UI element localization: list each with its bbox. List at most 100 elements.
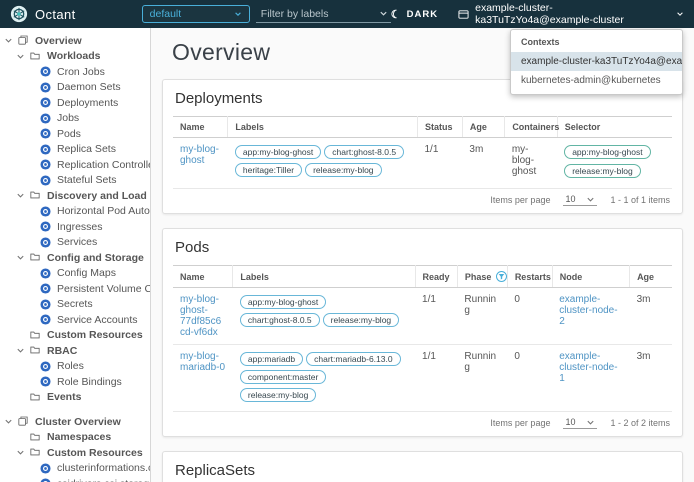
sidebar-item-daemon-sets[interactable]: Daemon Sets <box>0 80 150 96</box>
name-link[interactable]: my-blog-mariadb-0 <box>180 351 225 373</box>
sidebar-item-discovery-and-load-balancing[interactable]: Discovery and Load Balancing <box>0 188 150 204</box>
chevron-down-icon[interactable] <box>16 346 25 355</box>
sidebar-item-deployments[interactable]: Deployments <box>0 95 150 111</box>
context-option[interactable]: kubernetes-admin@kubernetes <box>511 71 682 90</box>
column-header-label: Containers <box>512 122 560 132</box>
chevron-down-icon[interactable] <box>16 448 25 457</box>
sidebar-tree: Overview Workloads Cron Jobs Daemon Sets Dep… <box>0 28 151 482</box>
label-chip[interactable]: chart:mariadb-6.13.0 <box>306 352 401 366</box>
theme-toggle[interactable]: ☾ DARK <box>391 8 438 21</box>
label-chip[interactable]: app:my-blog-ghost <box>234 145 322 159</box>
column-header-label: Ready <box>422 271 450 282</box>
column-header-label: Node <box>559 271 583 282</box>
sidebar-item-roles[interactable]: Roles <box>0 359 150 375</box>
cluster-icon <box>458 9 469 20</box>
sidebar-item-custom-resources[interactable]: Custom Resources <box>0 445 150 461</box>
column-header-name: Name <box>173 116 229 138</box>
sidebar-item-replication-controllers[interactable]: Replication Controllers <box>0 157 150 173</box>
cell-node: example-cluster-node-1 <box>552 344 630 412</box>
sidebar-item-persistent-volume-claims[interactable]: Persistent Volume Claims <box>0 281 150 297</box>
sidebar-item-csidrivers-csi-storage-k8s-io[interactable]: csidrivers.csi.storage.k8s.io <box>0 476 150 482</box>
sidebar-item-services[interactable]: Services <box>0 235 150 251</box>
label-chip[interactable]: component:master <box>239 370 327 384</box>
sidebar-item-label: Overview <box>35 34 82 47</box>
sidebar-item-label: Namespaces <box>47 431 112 444</box>
chevron-down-icon[interactable] <box>4 36 13 45</box>
chevron-down-icon <box>16 393 25 402</box>
sidebar-item-overview[interactable]: Overview <box>0 33 150 49</box>
node-link[interactable]: example-cluster-node-2 <box>559 294 617 327</box>
resource-icon <box>40 463 51 474</box>
sidebar-item-replica-sets[interactable]: Replica Sets <box>0 142 150 158</box>
contexts-dropdown: Contexts example-cluster-ka3TuTzYo4a@exa… <box>510 29 683 95</box>
label-chip[interactable]: release:my-blog <box>305 163 382 177</box>
cell-selector: app:my-blog-ghost release:my-blog <box>557 137 672 189</box>
column-header-ready: Ready <box>415 265 458 288</box>
column-header-status: Status <box>417 116 463 138</box>
sidebar-item-rbac[interactable]: RBAC <box>0 343 150 359</box>
items-per-page-label: Items per page <box>490 418 551 428</box>
sidebar-item-label: clusterinformations.crd.projec <box>57 462 150 475</box>
sidebar-item-events[interactable]: Events <box>0 390 150 406</box>
sidebar-item-label: Service Accounts <box>57 313 138 326</box>
sidebar-item-role-bindings[interactable]: Role Bindings <box>0 374 150 390</box>
label-filter-input[interactable] <box>258 6 379 21</box>
sidebar-item-config-and-storage[interactable]: Config and Storage <box>0 250 150 266</box>
chevron-down-icon[interactable] <box>16 253 25 262</box>
sidebar-item-pods[interactable]: Pods <box>0 126 150 142</box>
label-chip[interactable]: app:my-blog-ghost <box>239 295 327 309</box>
sidebar-item-clusterinformations-crd-projec[interactable]: clusterinformations.crd.projec <box>0 461 150 477</box>
chevron-down-icon <box>676 10 684 18</box>
label-chip[interactable]: chart:ghost-8.0.5 <box>324 145 405 159</box>
name-link[interactable]: my-blog-ghost <box>180 144 219 166</box>
namespace-dropdown[interactable]: default <box>141 5 250 23</box>
cell-restarts: 0 <box>507 344 553 412</box>
chevron-down-icon <box>234 10 242 18</box>
cell-labels: app:my-blog-ghost chart:ghost-8.0.5 herita… <box>227 137 418 189</box>
sidebar-item-custom-resources[interactable]: Custom Resources <box>0 328 150 344</box>
context-option[interactable]: example-cluster-ka3TuTzYo4a@example-clu.… <box>511 52 682 71</box>
pagination: Items per page 10 1 - 1 of 1 items <box>173 189 672 213</box>
folder-icon <box>30 51 41 62</box>
sidebar-item-label: Deployments <box>57 96 119 109</box>
label-chip[interactable]: app:my-blog-ghost <box>564 145 651 159</box>
cell-containers: my-blog-ghost <box>504 137 558 189</box>
sidebar-item-workloads[interactable]: Workloads <box>0 49 150 65</box>
table-row: my-blog-mariadb-0 app:mariadb chart:mariad… <box>173 344 672 412</box>
filter-icon[interactable] <box>496 271 508 282</box>
label-chip[interactable]: release:my-blog <box>239 388 317 402</box>
label-chip[interactable]: chart:ghost-8.0.5 <box>239 313 320 327</box>
chevron-down-icon[interactable] <box>4 417 13 426</box>
sidebar-item-secrets[interactable]: Secrets <box>0 297 150 313</box>
chevron-down-icon[interactable] <box>379 9 388 18</box>
sidebar-item-cron-jobs[interactable]: Cron Jobs <box>0 64 150 80</box>
chevron-down-icon[interactable] <box>16 52 25 61</box>
sidebar-item-namespaces[interactable]: Namespaces <box>0 430 150 446</box>
sidebar-item-label: Discovery and Load Balancing <box>47 189 150 202</box>
sidebar-item-ingresses[interactable]: Ingresses <box>0 219 150 235</box>
label-chip[interactable]: heritage:Tiller <box>234 163 303 177</box>
chevron-down-icon[interactable] <box>16 191 25 200</box>
resource-icon <box>40 314 51 325</box>
sidebar-item-label: Workloads <box>47 50 101 63</box>
sidebar-item-label: Jobs <box>57 112 80 125</box>
sidebar-item-cluster-overview[interactable]: Cluster Overview <box>0 414 150 430</box>
label-chip[interactable]: app:mariadb <box>239 352 304 366</box>
name-link[interactable]: my-blog-ghost-77df85c6cd-vf6dx <box>180 294 221 338</box>
label-chip[interactable]: release:my-blog <box>322 313 400 327</box>
context-selector[interactable]: example-cluster-ka3TuTzYo4a@example-clus… <box>458 2 684 26</box>
sidebar-item-stateful-sets[interactable]: Stateful Sets <box>0 173 150 189</box>
sidebar-item-config-maps[interactable]: Config Maps <box>0 266 150 282</box>
label-chip[interactable]: release:my-blog <box>564 164 641 178</box>
page-size-select[interactable]: 10 <box>563 194 598 206</box>
sidebar-item-horizontal-pod-autoscalers[interactable]: Horizontal Pod Autoscalers <box>0 204 150 220</box>
sidebar-item-service-accounts[interactable]: Service Accounts <box>0 312 150 328</box>
node-link[interactable]: example-cluster-node-1 <box>559 351 617 384</box>
resource-icon <box>40 361 51 372</box>
page-size-select[interactable]: 10 <box>563 417 598 429</box>
app-title: Octant <box>35 6 76 22</box>
sidebar-item-jobs[interactable]: Jobs <box>0 111 150 127</box>
sidebar-item-label: Ingresses <box>57 220 103 233</box>
sidebar-item-label: Events <box>47 391 82 404</box>
resource-icon <box>40 283 51 294</box>
